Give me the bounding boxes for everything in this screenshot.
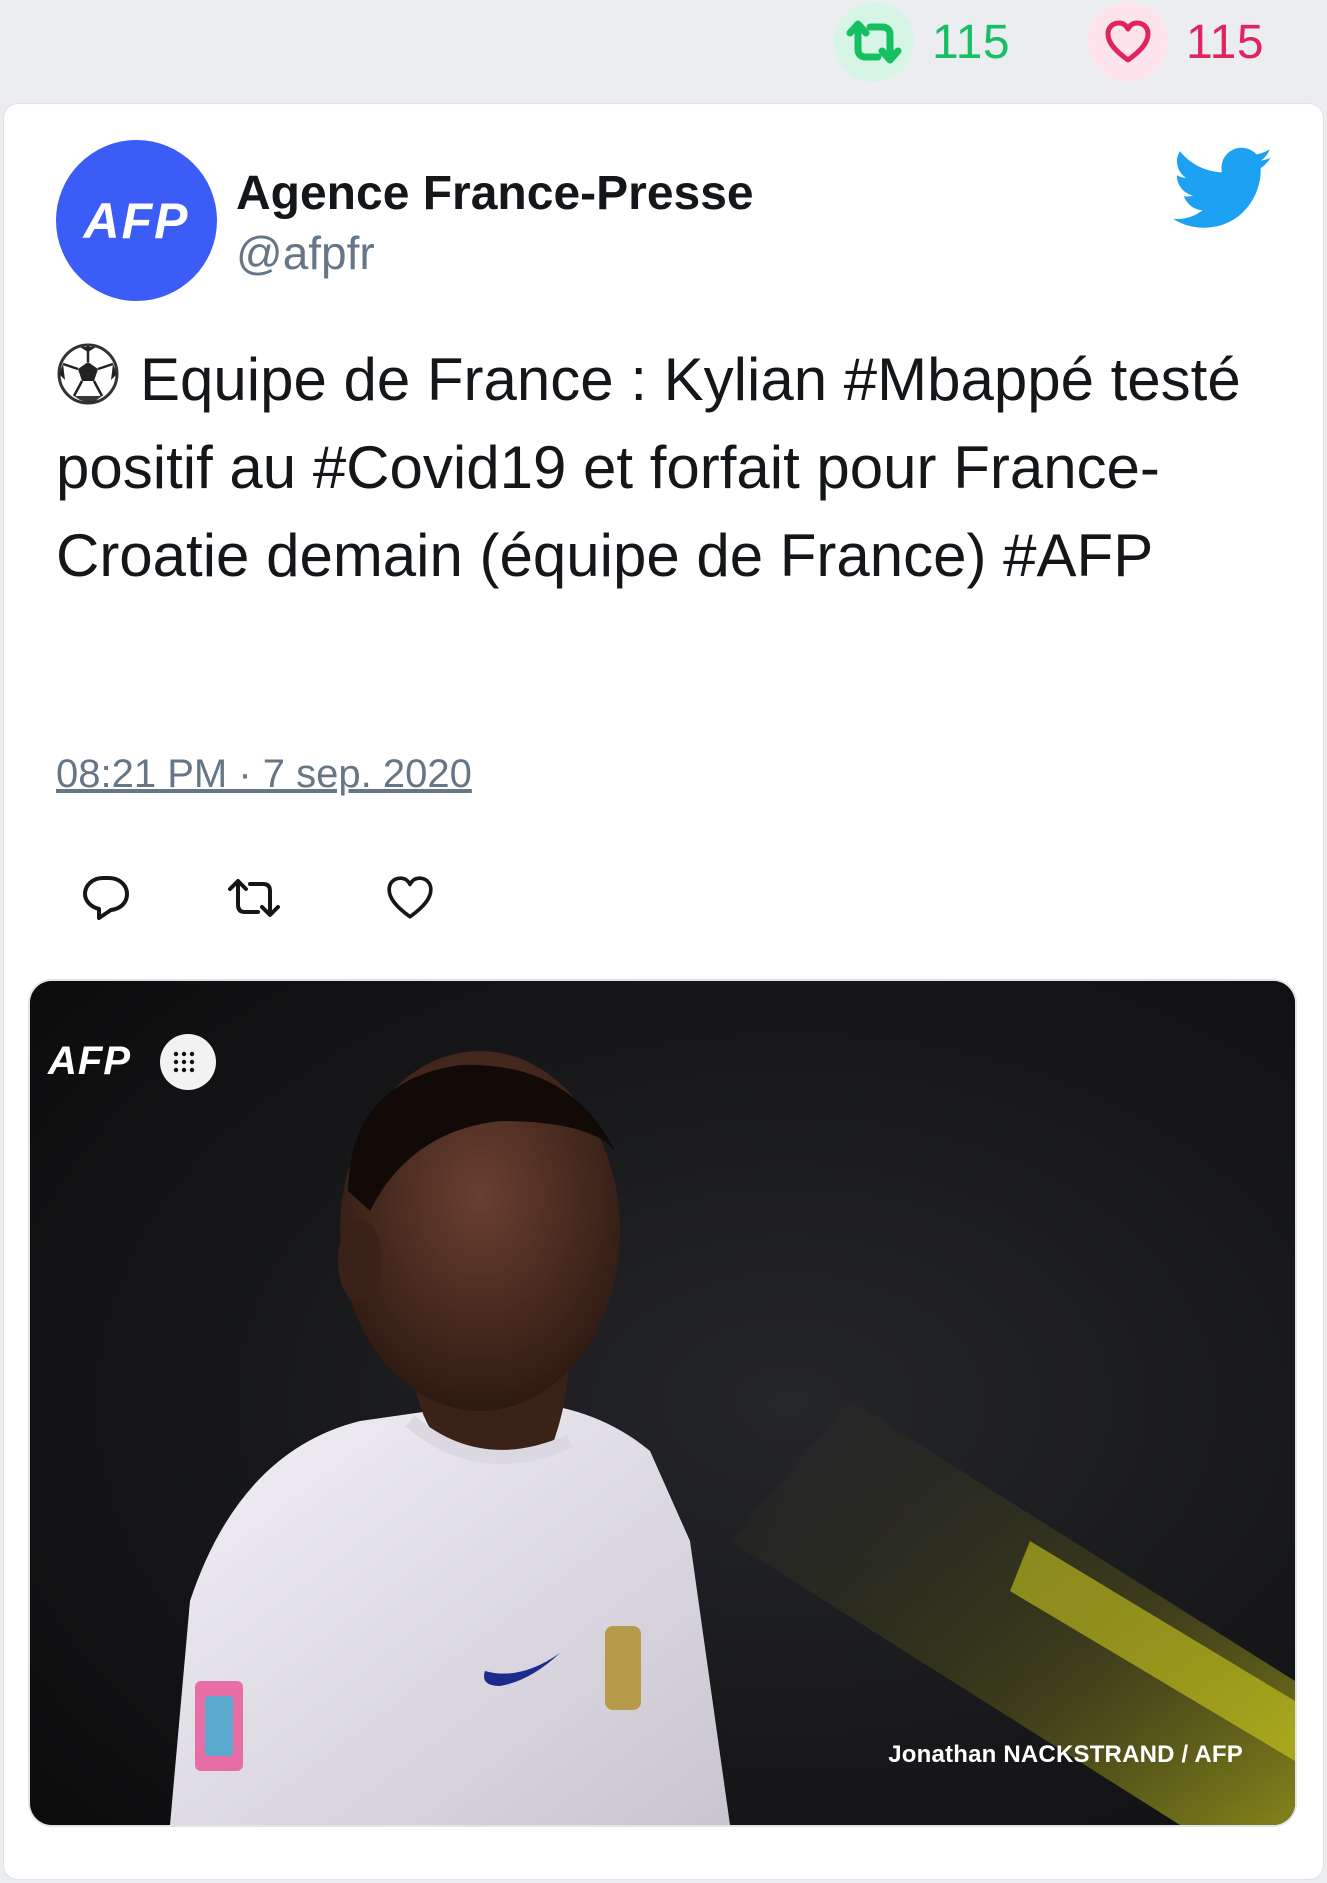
author-handle[interactable]: @afpfr — [236, 226, 375, 280]
author-avatar[interactable]: AFP — [56, 140, 217, 301]
heart-icon — [387, 876, 433, 919]
afp-watermark-logo: AFP — [48, 1027, 218, 1097]
reply-icon — [83, 876, 129, 920]
avatar-text: AFP — [83, 192, 190, 249]
twitter-bird-icon[interactable] — [1174, 146, 1274, 232]
retweet-icon — [228, 879, 280, 917]
author-name[interactable]: Agence France-Presse — [236, 166, 754, 221]
media-logo-text: AFP — [48, 1039, 131, 1083]
retweet-button[interactable] — [224, 868, 284, 928]
soccer-ball-icon — [57, 343, 119, 405]
reply-button[interactable] — [76, 868, 136, 928]
like-stat[interactable]: 115 — [1088, 2, 1264, 82]
photo-credit: Jonathan NACKSTRAND / AFP — [888, 1741, 1243, 1768]
retweet-icon — [846, 20, 902, 64]
tweet-card: AFP Agence France-Presse @afpfr Equipe d… — [4, 104, 1323, 1879]
tweet-text: Equipe de France : Kylian #Mbappé testé … — [56, 336, 1286, 600]
tweet-body: Equipe de France : Kylian #Mbappé testé … — [56, 346, 1241, 589]
like-stat-icon[interactable] — [1088, 2, 1168, 82]
tweet-stats-bar: 115 115 — [0, 0, 1327, 104]
retweet-stat-icon[interactable] — [834, 2, 914, 82]
retweet-count: 115 — [932, 15, 1011, 69]
retweet-stat[interactable]: 115 — [834, 2, 1010, 82]
heart-icon — [1105, 20, 1151, 63]
like-button[interactable] — [380, 868, 440, 928]
player-photo — [30, 981, 1295, 1825]
tweet-media-photo[interactable]: AFP Jonathan NACKSTRAND / AFP — [30, 981, 1295, 1825]
tweet-timestamp[interactable]: 08:21 PM · 7 sep. 2020 — [56, 752, 472, 797]
like-count: 115 — [1186, 15, 1265, 69]
